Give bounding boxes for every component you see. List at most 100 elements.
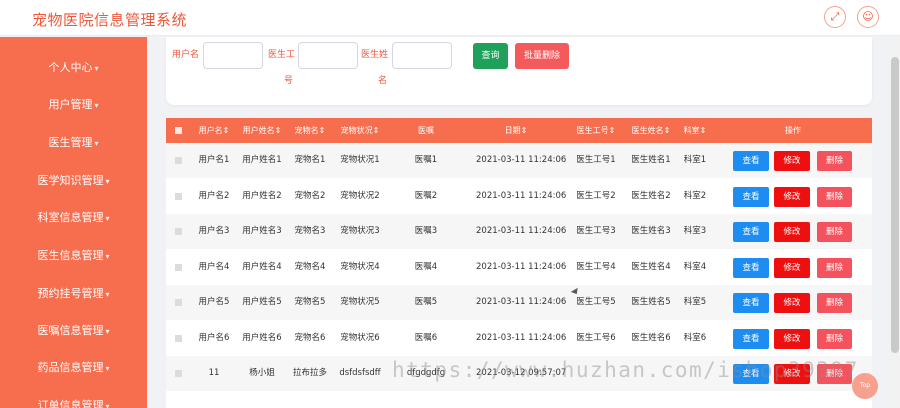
cell-date: 2021-03-11 11:24:06: [476, 261, 567, 272]
delete-button[interactable]: 删除: [817, 186, 852, 207]
batch-delete-button[interactable]: 批量删除: [515, 43, 569, 69]
sidebar-item-doctor-info[interactable]: 医生信息管理 ▾: [0, 249, 147, 264]
table-row: 用户名1 用户姓名1 宠物名1 宠物状况1 医嘱1 2021-03-11 11:24:06…: [166, 143, 872, 178]
view-button[interactable]: 查看: [733, 222, 769, 242]
sidebar-item-departments[interactable]: 科室信息管理 ▾: [0, 211, 147, 226]
doctor-name-label-wrap: 名: [378, 76, 388, 86]
cell-petstatus: 宠物状况5: [340, 297, 380, 307]
column-header-petname[interactable]: 宠物名⇕: [290, 118, 330, 143]
doctor-id-input[interactable]: [298, 42, 358, 69]
view-button[interactable]: 查看: [733, 257, 769, 278]
doctor-name-label: 医生姓: [361, 50, 389, 60]
delete-button[interactable]: 删除: [817, 328, 852, 349]
cell-advice: 医嘱4: [414, 261, 438, 272]
row-checkbox[interactable]: [175, 228, 182, 235]
back-to-top-button[interactable]: Top: [852, 373, 878, 399]
cell-username: 用户名1: [198, 155, 230, 165]
sidebar-item-doctors[interactable]: 医生管理 ▾: [0, 136, 147, 151]
view-button[interactable]: 查看: [733, 328, 769, 349]
cell-petname: 宠物名4: [294, 261, 326, 272]
edit-button[interactable]: 修改: [774, 151, 810, 171]
cell-username: 用户名6: [198, 332, 230, 343]
sidebar-item-profile[interactable]: 个人中心 ▾: [0, 61, 147, 76]
cell-docid: 医生工号4: [576, 261, 616, 272]
column-header-dept[interactable]: 科室⇕: [677, 118, 713, 143]
cell-realname: 用户姓名2: [242, 190, 282, 201]
column-label: 用户姓名: [242, 126, 275, 135]
main-content: 用户名 医生工 号 医生姓 名 查询 批量删除 用户名⇕ 用户姓名⇕ 宠物名⇕ …: [147, 37, 890, 408]
cell-petname: 宠物名3: [294, 226, 326, 236]
row-checkbox[interactable]: [175, 157, 182, 164]
cell-petname: 宠物名5: [294, 297, 326, 307]
watermark: https://www.huzhan.com/ishop39397: [392, 358, 859, 382]
cell-dept: 科室2: [683, 190, 707, 201]
delete-button[interactable]: 删除: [817, 257, 852, 278]
row-checkbox[interactable]: [175, 299, 182, 306]
view-button[interactable]: 查看: [733, 293, 769, 313]
sidebar-item-appointments[interactable]: 预约挂号管理 ▾: [0, 287, 147, 302]
sidebar-item-orders[interactable]: 订单信息管理 ▾: [0, 399, 147, 408]
cell-username: 用户名3: [198, 226, 230, 236]
chevron-down-icon: ▾: [94, 101, 99, 110]
table-row: 用户名6 用户姓名6 宠物名6 宠物状况6 医嘱6 2021-03-11 11:24:06…: [166, 321, 872, 356]
cell-docname: 医生姓名1: [631, 155, 671, 165]
sidebar-item-advice[interactable]: 医嘱信息管理 ▾: [0, 324, 147, 339]
sidebar-item-label: 医生信息管理: [37, 249, 104, 262]
chevron-down-icon: ▾: [105, 402, 110, 408]
column-header-date[interactable]: 日期⇕: [486, 118, 546, 143]
column-label: 医生姓名: [631, 126, 664, 135]
chevron-down-icon: ▾: [94, 64, 99, 73]
username-input[interactable]: [203, 42, 263, 69]
column-header-docid[interactable]: 医生工号⇕: [572, 118, 620, 143]
doctor-name-input[interactable]: [392, 42, 452, 69]
column-header-advice: 医嘱: [418, 126, 434, 135]
doctor-id-label-wrap: 号: [284, 76, 294, 86]
fullscreen-icon[interactable]: ⤢: [824, 6, 846, 28]
chevron-down-icon: ▾: [94, 139, 99, 148]
sidebar-item-label: 医嘱信息管理: [37, 324, 104, 337]
sidebar-item-medicine[interactable]: 药品信息管理 ▾: [0, 361, 147, 376]
table-row: 用户名2 用户姓名2 宠物名2 宠物状况2 医嘱2 2021-03-11 11:24:06…: [166, 179, 872, 214]
edit-button[interactable]: 修改: [774, 293, 810, 313]
view-button[interactable]: 查看: [733, 151, 769, 171]
app-title: 宠物医院信息管理系统: [32, 11, 188, 29]
scrollbar[interactable]: [890, 37, 900, 408]
delete-button[interactable]: 删除: [817, 222, 852, 242]
cell-docname: 医生姓名6: [631, 332, 671, 343]
delete-button[interactable]: 删除: [817, 151, 852, 171]
row-checkbox[interactable]: [175, 192, 182, 200]
sidebar-item-medical-knowledge[interactable]: 医学知识管理 ▾: [0, 174, 147, 189]
column-header-realname[interactable]: 用户姓名⇕: [238, 118, 286, 143]
edit-button[interactable]: 修改: [774, 328, 810, 349]
row-checkbox[interactable]: [175, 334, 182, 342]
cell-petname: 拉布拉多: [292, 368, 327, 378]
user-icon[interactable]: ☺: [857, 6, 879, 28]
sidebar-item-label: 药品信息管理: [37, 361, 104, 374]
username-label: 用户名: [172, 50, 200, 60]
doctor-id-label: 医生工: [268, 50, 296, 60]
sidebar-item-users[interactable]: 用户管理 ▾: [0, 98, 147, 113]
view-button[interactable]: 查看: [733, 186, 769, 207]
row-checkbox[interactable]: [175, 370, 182, 377]
delete-button[interactable]: 删除: [817, 293, 852, 313]
cell-advice: 医嘱6: [414, 332, 438, 343]
cell-advice: 医嘱5: [414, 297, 438, 307]
cell-docid: 医生工号3: [576, 226, 616, 236]
cell-date: 2021-03-11 11:24:06: [476, 297, 567, 307]
column-header-petstatus[interactable]: 宠物状况⇕: [336, 118, 384, 143]
select-all-checkbox[interactable]: [175, 127, 182, 134]
table-header: 用户名⇕ 用户姓名⇕ 宠物名⇕ 宠物状况⇕ 医嘱 日期⇕ 医生工号⇕ 医生姓名⇕…: [166, 118, 872, 143]
edit-button[interactable]: 修改: [774, 257, 810, 278]
column-header-docname[interactable]: 医生姓名⇕: [627, 118, 675, 143]
scroll-thumb[interactable]: [891, 57, 899, 353]
column-header-username[interactable]: 用户名⇕: [194, 118, 234, 143]
column-header-actions: 操作: [785, 126, 801, 135]
row-checkbox[interactable]: [175, 263, 182, 271]
sidebar-item-label: 医学知识管理: [37, 174, 104, 187]
edit-button[interactable]: 修改: [774, 186, 810, 207]
chevron-down-icon: ▾: [105, 252, 110, 261]
search-button[interactable]: 查询: [473, 43, 508, 69]
search-form: 用户名 医生工 号 医生姓 名 查询 批量删除: [166, 37, 872, 105]
edit-button[interactable]: 修改: [774, 222, 810, 242]
sort-icon: ⇕: [608, 126, 616, 135]
